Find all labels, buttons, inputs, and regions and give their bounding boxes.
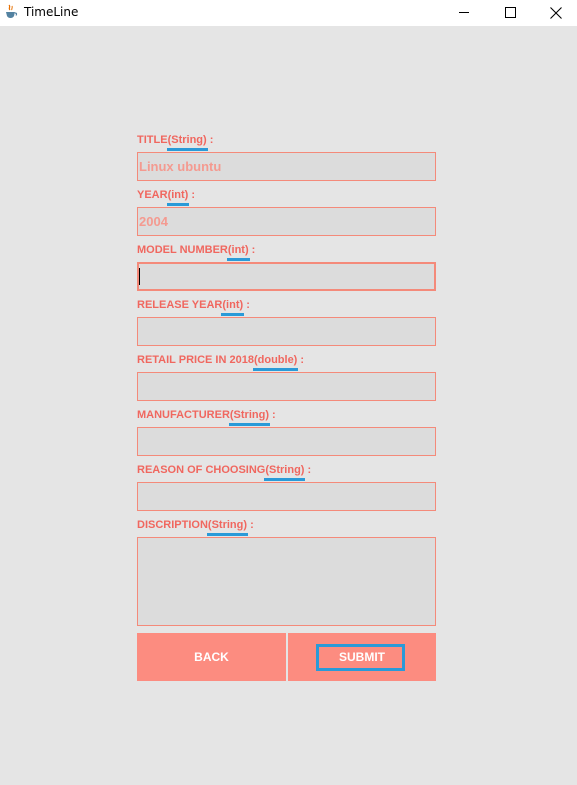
reason-type-tag: (String)	[264, 464, 306, 481]
description-label-suffix: :	[247, 519, 254, 531]
retail-price-type-tag: (double)	[252, 354, 299, 371]
title-label: TITLE(String) :	[137, 133, 214, 151]
year-label-text: YEAR	[137, 189, 168, 201]
text-caret	[139, 268, 140, 285]
manufacturer-label-suffix: :	[269, 409, 276, 421]
manufacturer-type-tag: (String)	[228, 409, 271, 426]
model-number-label: MODEL NUMBER(int) :	[137, 243, 256, 261]
close-icon	[550, 7, 562, 19]
year-label-suffix: :	[188, 189, 196, 201]
window-title: TimeLine	[24, 5, 79, 19]
release-year-label: RELEASE YEAR(int) :	[137, 298, 250, 316]
minimize-icon	[459, 12, 469, 13]
back-button[interactable]: BACK	[137, 633, 286, 681]
year-input[interactable]	[137, 207, 436, 236]
title-label-text: TITLE	[137, 134, 168, 146]
year-type-tag: (int)	[166, 189, 190, 206]
release-year-input[interactable]	[137, 317, 436, 346]
retail-price-input[interactable]	[137, 372, 436, 401]
description-label-text: DISCRIPTION	[137, 519, 208, 531]
title-label-suffix: :	[206, 134, 214, 146]
close-button[interactable]	[533, 0, 577, 26]
reason-label-suffix: :	[304, 464, 312, 476]
title-type-tag: (String)	[166, 134, 208, 151]
manufacturer-input[interactable]	[137, 427, 436, 456]
description-type-tag: (String)	[206, 519, 249, 536]
year-label: YEAR(int) :	[137, 188, 196, 206]
retail-price-label-suffix: :	[297, 354, 305, 366]
model-number-input[interactable]	[137, 262, 436, 291]
minimize-button[interactable]	[441, 0, 487, 26]
title-input[interactable]	[137, 152, 436, 181]
maximize-icon	[505, 7, 516, 18]
submit-button[interactable]: SUBMIT	[288, 633, 436, 681]
description-textarea[interactable]	[137, 537, 436, 626]
model-number-label-suffix: :	[248, 244, 256, 256]
manufacturer-label: MANUFACTURER(String) :	[137, 408, 276, 426]
reason-label-text: REASON OF CHOOSING	[137, 464, 266, 476]
maximize-button[interactable]	[487, 0, 533, 26]
retail-price-label-text: RETAIL PRICE IN 2018	[137, 354, 254, 366]
window-titlebar: TimeLine	[0, 0, 577, 26]
manufacturer-label-text: MANUFACTURER	[137, 409, 230, 421]
model-number-label-text: MODEL NUMBER	[137, 244, 228, 256]
retail-price-label: RETAIL PRICE IN 2018(double) :	[137, 353, 305, 371]
model-number-type-tag: (int)	[226, 244, 250, 261]
reason-input[interactable]	[137, 482, 436, 511]
reason-label: REASON OF CHOOSING(String) :	[137, 463, 312, 481]
release-year-label-text: RELEASE YEAR	[137, 299, 223, 311]
release-year-label-suffix: :	[243, 299, 250, 311]
java-cup-icon	[4, 4, 18, 19]
release-year-type-tag: (int)	[221, 299, 244, 316]
description-label: DISCRIPTION(String) :	[137, 518, 254, 536]
